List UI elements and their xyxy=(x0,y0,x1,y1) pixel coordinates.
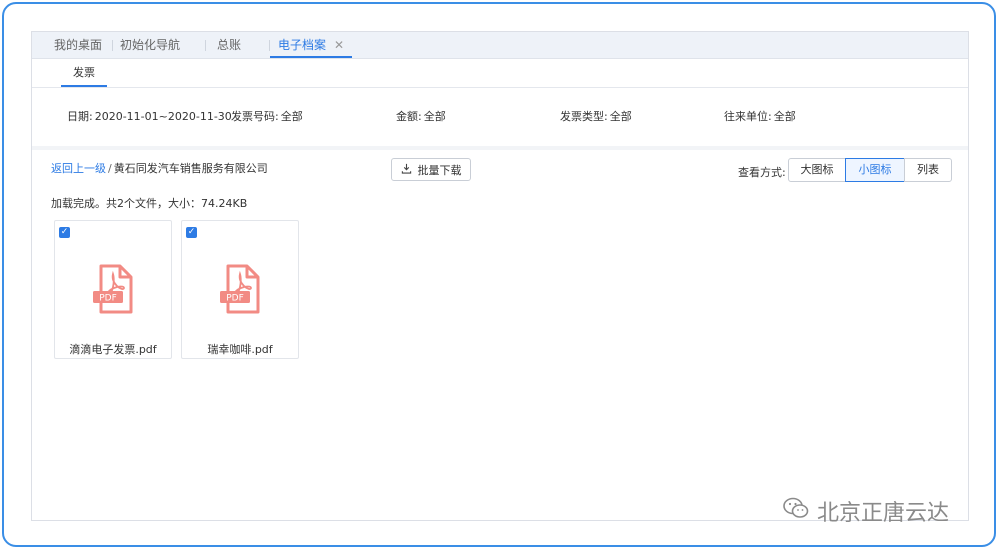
filter-label: 往来单位: xyxy=(724,110,772,123)
watermark: 北京正唐云达 xyxy=(783,495,949,527)
tab-label: 发票 xyxy=(73,66,95,79)
tab-label: 我的桌面 xyxy=(54,38,103,52)
view-small-icons-button[interactable]: 小图标 xyxy=(845,158,905,182)
pdf-badge: PDF xyxy=(226,294,244,304)
filter-partner[interactable]: 往来单位: 全部 xyxy=(724,108,796,124)
breadcrumb-separator: / xyxy=(108,162,112,175)
tab-invoice[interactable]: 发票 xyxy=(61,59,107,87)
breadcrumb-current: 黄石同发汽车销售服务有限公司 xyxy=(113,162,268,175)
tab-electronic-archive[interactable]: 电子档案 ✕ xyxy=(270,32,353,58)
checkbox-checked-icon[interactable]: ✓ xyxy=(186,227,197,238)
filter-value: 全部 xyxy=(609,110,632,123)
filter-label: 日期: xyxy=(67,110,93,123)
pdf-badge: PDF xyxy=(99,294,117,304)
sub-tab-bar: 发票 xyxy=(32,59,968,88)
tab-label: 初始化导航 xyxy=(120,38,181,52)
watermark-text: 北京正唐云达 xyxy=(817,501,950,526)
filter-label: 发票号码: xyxy=(231,110,279,123)
batch-download-label: 批量下载 xyxy=(417,163,462,177)
view-list-button[interactable]: 列表 xyxy=(904,158,952,182)
tab-label: 电子档案 xyxy=(278,38,327,52)
download-icon xyxy=(401,163,412,177)
filter-label: 金额: xyxy=(396,110,422,123)
file-card[interactable]: ✓ PDF 瑞幸咖啡.pdf xyxy=(181,220,299,359)
filter-bar: 日期: 2020-11-01~2020-11-30 发票号码: 全部 金额: 全部 发… xyxy=(32,88,968,147)
filter-amount[interactable]: 金额: 全部 xyxy=(396,108,446,124)
tab-label: 总账 xyxy=(217,38,242,52)
view-mode-label: 查看方式: xyxy=(738,166,786,179)
filter-invoice-number[interactable]: 发票号码: 全部 xyxy=(231,108,303,124)
filter-label: 发票类型: xyxy=(560,110,608,123)
tab-bar: 我的桌面 初始化导航 总账 电子档案 ✕ xyxy=(32,32,968,59)
filter-date[interactable]: 日期: 2020-11-01~2020-11-30 xyxy=(67,108,232,124)
app-window: 我的桌面 初始化导航 总账 电子档案 ✕ 发票 日期: 2020-11-01~202… xyxy=(31,31,969,521)
section-divider xyxy=(32,146,968,150)
batch-download-button[interactable]: 批量下载 xyxy=(391,158,471,181)
file-name: 滴滴电子发票.pdf xyxy=(69,343,157,356)
tab-init-guide[interactable]: 初始化导航 xyxy=(112,32,188,58)
close-icon[interactable]: ✕ xyxy=(334,38,344,52)
tab-my-desktop[interactable]: 我的桌面 xyxy=(46,32,110,58)
checkbox-checked-icon[interactable]: ✓ xyxy=(59,227,70,238)
breadcrumb: 返回上一级 / 黄石同发汽车销售服务有限公司 xyxy=(51,160,268,176)
view-large-icons-button[interactable]: 大图标 xyxy=(788,158,846,182)
filter-invoice-type[interactable]: 发票类型: 全部 xyxy=(560,108,632,124)
filter-value: 2020-11-01~2020-11-30 xyxy=(94,110,232,123)
tab-divider xyxy=(205,40,206,51)
tab-general-ledger[interactable]: 总账 xyxy=(209,32,249,58)
file-name: 瑞幸咖啡.pdf xyxy=(207,343,273,356)
pdf-file-icon: PDF xyxy=(220,264,264,320)
load-status: 加载完成。共2个文件，大小：74.24KB xyxy=(51,197,248,210)
pdf-file-icon: PDF xyxy=(93,264,137,320)
file-card[interactable]: ✓ PDF 滴滴电子发票.pdf xyxy=(54,220,172,359)
filter-value: 全部 xyxy=(280,110,303,123)
back-link[interactable]: 返回上一级 xyxy=(51,162,106,175)
filter-value: 全部 xyxy=(423,110,446,123)
wechat-icon xyxy=(783,497,809,525)
filter-value: 全部 xyxy=(773,110,796,123)
